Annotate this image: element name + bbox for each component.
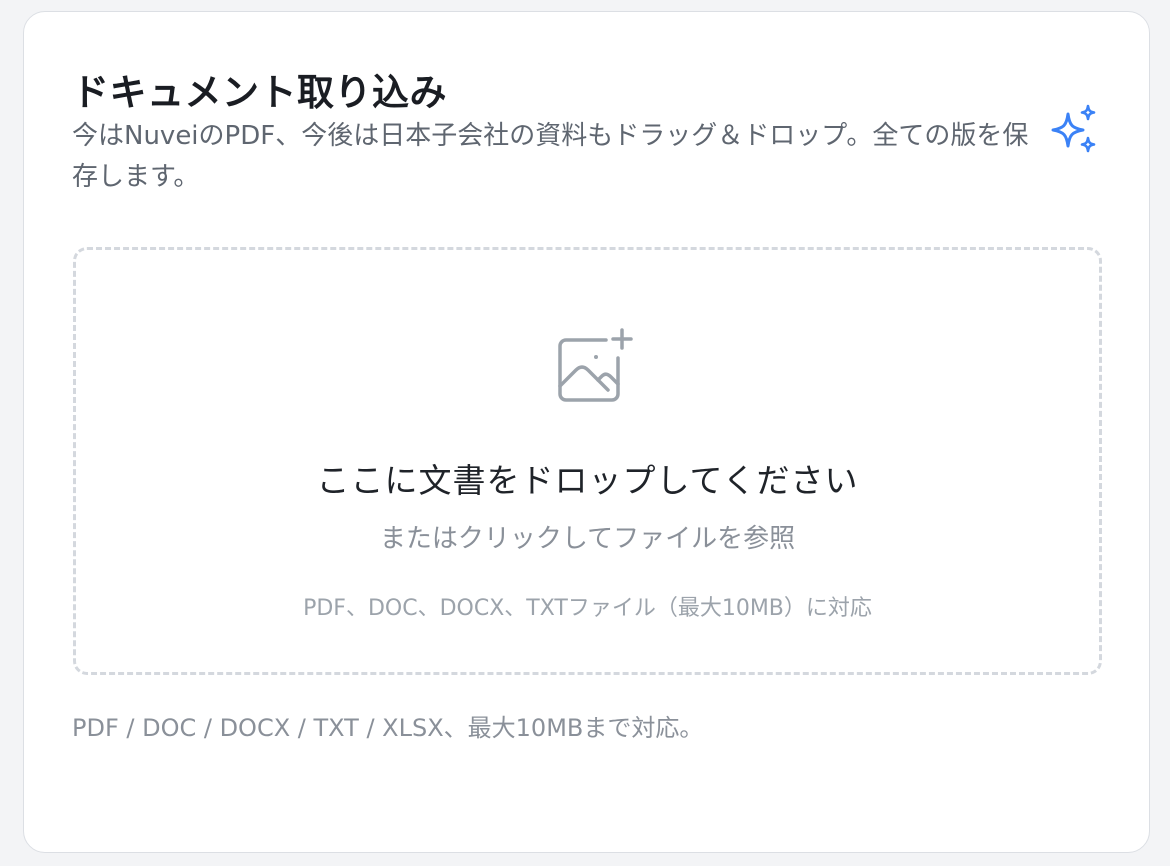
sparkle-icon xyxy=(1051,104,1096,153)
browse-files-link[interactable]: またはクリックしてファイルを参照 xyxy=(76,518,1099,555)
page-title: ドキュメント取り込み xyxy=(72,71,447,114)
page-description: 今はNuveiのPDF、今後は日本子会社の資料もドラッグ＆ドロップ。全ての版を保… xyxy=(72,121,1029,192)
document-import-card: ドキュメント取り込み 今はNuveiのPDF、今後は日本子会社の資料もドラッグ＆… xyxy=(23,11,1150,853)
image-plus-icon xyxy=(558,328,633,402)
file-dropzone[interactable]: ここに文書をドロップしてください またはクリックしてファイルを参照 PDF、DO… xyxy=(73,247,1102,675)
file-limit-note: PDF / DOC / DOCX / TXT / XLSX、最大10MBまで対応… xyxy=(72,714,704,742)
dropzone-title: ここに文書をドロップしてください xyxy=(316,461,859,500)
supported-formats-text: PDF、DOC、DOCX、TXTファイル（最大10MB）に対応 xyxy=(303,596,872,621)
